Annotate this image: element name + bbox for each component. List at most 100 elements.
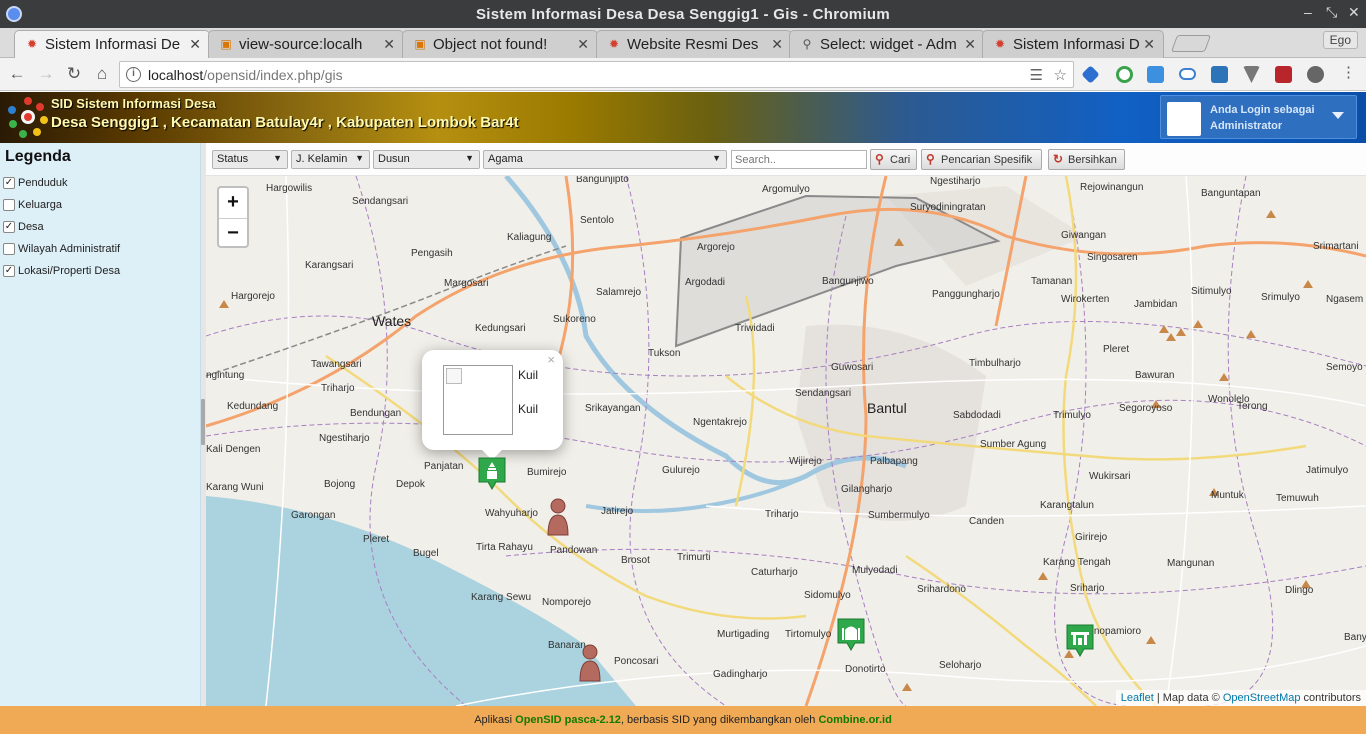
search-input[interactable] bbox=[731, 150, 867, 169]
checkbox-checked[interactable]: ✓ bbox=[3, 177, 15, 189]
map-label: Tawangsari bbox=[311, 359, 362, 370]
dropdown-caret-icon[interactable] bbox=[1332, 112, 1344, 119]
extension-vue-icon[interactable] bbox=[1243, 66, 1260, 83]
close-tab-icon[interactable]: ✕ bbox=[383, 36, 395, 53]
extension-green-icon[interactable] bbox=[1116, 66, 1133, 83]
url-text[interactable]: localhost/opensid/index.php/gis bbox=[148, 67, 343, 83]
close-tab-icon[interactable]: ✕ bbox=[771, 36, 783, 53]
map-label: Giwangan bbox=[1061, 230, 1107, 241]
zoom-out-button[interactable]: − bbox=[219, 218, 247, 247]
refresh-icon: ↻ bbox=[1053, 152, 1064, 166]
popup-close-button[interactable]: × bbox=[547, 352, 555, 367]
home-icon[interactable]: ⌂ bbox=[91, 64, 113, 84]
maximize-icon[interactable]: ⤡ bbox=[1326, 4, 1337, 21]
tab-object-not-found[interactable]: ▣ Object not found! ✕ bbox=[402, 30, 598, 58]
map-label: Tukson bbox=[648, 348, 681, 359]
map-label: Tamanan bbox=[1031, 276, 1073, 287]
new-tab-button[interactable] bbox=[1170, 35, 1212, 52]
osm-link[interactable]: OpenStreetMap bbox=[1223, 692, 1301, 704]
tab-select-widget[interactable]: ⚲ Select: widget - Adm ✕ bbox=[789, 30, 985, 58]
leaflet-link[interactable]: Leaflet bbox=[1121, 692, 1154, 704]
map-label: Triwidadi bbox=[735, 323, 775, 334]
map-label: Karangsari bbox=[305, 260, 354, 271]
map-label: Pengasih bbox=[411, 248, 453, 259]
temple-marker-icon[interactable] bbox=[478, 457, 506, 490]
splitter-grip[interactable] bbox=[201, 399, 205, 445]
mosque-marker-icon[interactable] bbox=[837, 618, 865, 651]
tab-sid-2[interactable]: ✹ Sistem Informasi De ✕ bbox=[982, 30, 1164, 58]
back-arrow-icon[interactable]: ← bbox=[6, 64, 28, 84]
map-label: Kedundang bbox=[227, 401, 279, 412]
user-menu[interactable]: Anda Login sebagai Administrator bbox=[1160, 95, 1357, 139]
person-marker-icon[interactable] bbox=[577, 643, 603, 683]
filter-bar: Status▼ J. Kelamin▼ Dusun▼ Agama▼ ⚲Cari … bbox=[206, 143, 1366, 176]
map-label: Garongan bbox=[291, 510, 336, 521]
translate-icon[interactable]: ☰ bbox=[1030, 66, 1043, 84]
checkbox-unchecked[interactable] bbox=[3, 199, 15, 211]
map-label: Singosaren bbox=[1087, 252, 1138, 263]
map-tiles bbox=[206, 176, 1366, 706]
map-label: Triharjo bbox=[765, 509, 799, 520]
map-label: Karangtalun bbox=[1040, 500, 1094, 511]
bersihkan-button[interactable]: ↻ Bersihkan bbox=[1048, 149, 1125, 170]
profile-button[interactable]: Ego bbox=[1322, 31, 1358, 49]
reload-icon[interactable]: ↻ bbox=[63, 64, 85, 84]
map-label: Sentolo bbox=[580, 215, 614, 226]
map-label: Sitimulyo bbox=[1191, 286, 1232, 297]
cloud-icon[interactable] bbox=[1179, 68, 1196, 80]
map-label: Semoyo bbox=[1326, 362, 1363, 373]
map-label: Karang Wuni bbox=[206, 482, 264, 493]
close-window-icon[interactable]: ✕ bbox=[1348, 4, 1360, 21]
combine-link[interactable]: Combine.or.id bbox=[818, 714, 891, 726]
status-select[interactable]: Status ▼ bbox=[212, 150, 288, 169]
map-label: Bawuran bbox=[1135, 370, 1175, 381]
map-label: Guwosari bbox=[831, 362, 874, 373]
tab-website-resmi[interactable]: ✹ Website Resmi Des ✕ bbox=[596, 30, 792, 58]
info-icon[interactable]: i bbox=[126, 67, 141, 82]
tab-view-source[interactable]: ▣ view-source:localh ✕ bbox=[208, 30, 404, 58]
close-tab-icon[interactable]: ✕ bbox=[1143, 36, 1155, 53]
map-label: Palbapang bbox=[870, 456, 918, 467]
checkbox-checked[interactable]: ✓ bbox=[3, 221, 15, 233]
zoom-in-button[interactable]: + bbox=[219, 188, 247, 217]
person-marker-icon[interactable] bbox=[545, 497, 571, 537]
extension-pin-icon[interactable] bbox=[1081, 65, 1100, 84]
map-label: Panggungharjo bbox=[932, 289, 1000, 300]
tab-label: Sistem Informasi De bbox=[45, 36, 181, 53]
checkbox-unchecked[interactable] bbox=[3, 243, 15, 255]
opensid-link[interactable]: OpenSID pasca-2.12 bbox=[515, 714, 621, 726]
map-label: Brosot bbox=[621, 555, 650, 566]
close-tab-icon[interactable]: ✕ bbox=[964, 36, 976, 53]
minimize-icon[interactable]: – bbox=[1304, 4, 1312, 20]
map-label: Wirokerten bbox=[1061, 294, 1110, 305]
pencarian-spesifik-button[interactable]: ⚲ Pencarian Spesifik bbox=[921, 149, 1042, 170]
cari-button[interactable]: ⚲ Cari bbox=[870, 149, 917, 170]
building-marker-icon[interactable] bbox=[1066, 624, 1094, 657]
map-label: Rejowinangun bbox=[1080, 182, 1144, 193]
extension-blue-icon[interactable] bbox=[1211, 66, 1228, 83]
menu-kebab-icon[interactable]: ⋮ bbox=[1340, 63, 1357, 81]
map-label: Tirtomulyo bbox=[785, 629, 832, 640]
map-label: Kaliagung bbox=[507, 232, 552, 243]
tab-sid-gis[interactable]: ✹ Sistem Informasi De ✕ bbox=[14, 30, 210, 59]
map-canvas[interactable]: Wates Bantul Bangunjipto Argomulyo Ngest… bbox=[206, 176, 1366, 706]
bookmark-star-icon[interactable]: ☆ bbox=[1054, 66, 1067, 84]
map-label: Gadingharjo bbox=[713, 669, 768, 680]
map-label: Pandowan bbox=[550, 545, 598, 556]
agama-select[interactable]: Agama ▼ bbox=[483, 150, 727, 169]
settings-icon[interactable] bbox=[1307, 66, 1324, 83]
extension-red-icon[interactable] bbox=[1275, 66, 1292, 83]
close-tab-icon[interactable]: ✕ bbox=[577, 36, 589, 53]
map-label: Segoroyoso bbox=[1119, 403, 1173, 414]
forward-arrow-icon[interactable]: → bbox=[35, 64, 57, 84]
map-label: Argorejo bbox=[697, 242, 735, 253]
address-bar[interactable]: i localhost/opensid/index.php/gis ☰ ☆ bbox=[119, 61, 1074, 88]
map-label: Ngestiharjo bbox=[319, 433, 370, 444]
extension-fi-icon[interactable] bbox=[1147, 66, 1164, 83]
dusun-select[interactable]: Dusun ▼ bbox=[373, 150, 480, 169]
checkbox-checked[interactable]: ✓ bbox=[3, 265, 15, 277]
map-label: Srimulyo bbox=[1261, 292, 1300, 303]
map-label: Karang Sewu bbox=[471, 592, 532, 603]
close-tab-icon[interactable]: ✕ bbox=[189, 36, 201, 53]
kelamin-select[interactable]: J. Kelamin ▼ bbox=[291, 150, 370, 169]
